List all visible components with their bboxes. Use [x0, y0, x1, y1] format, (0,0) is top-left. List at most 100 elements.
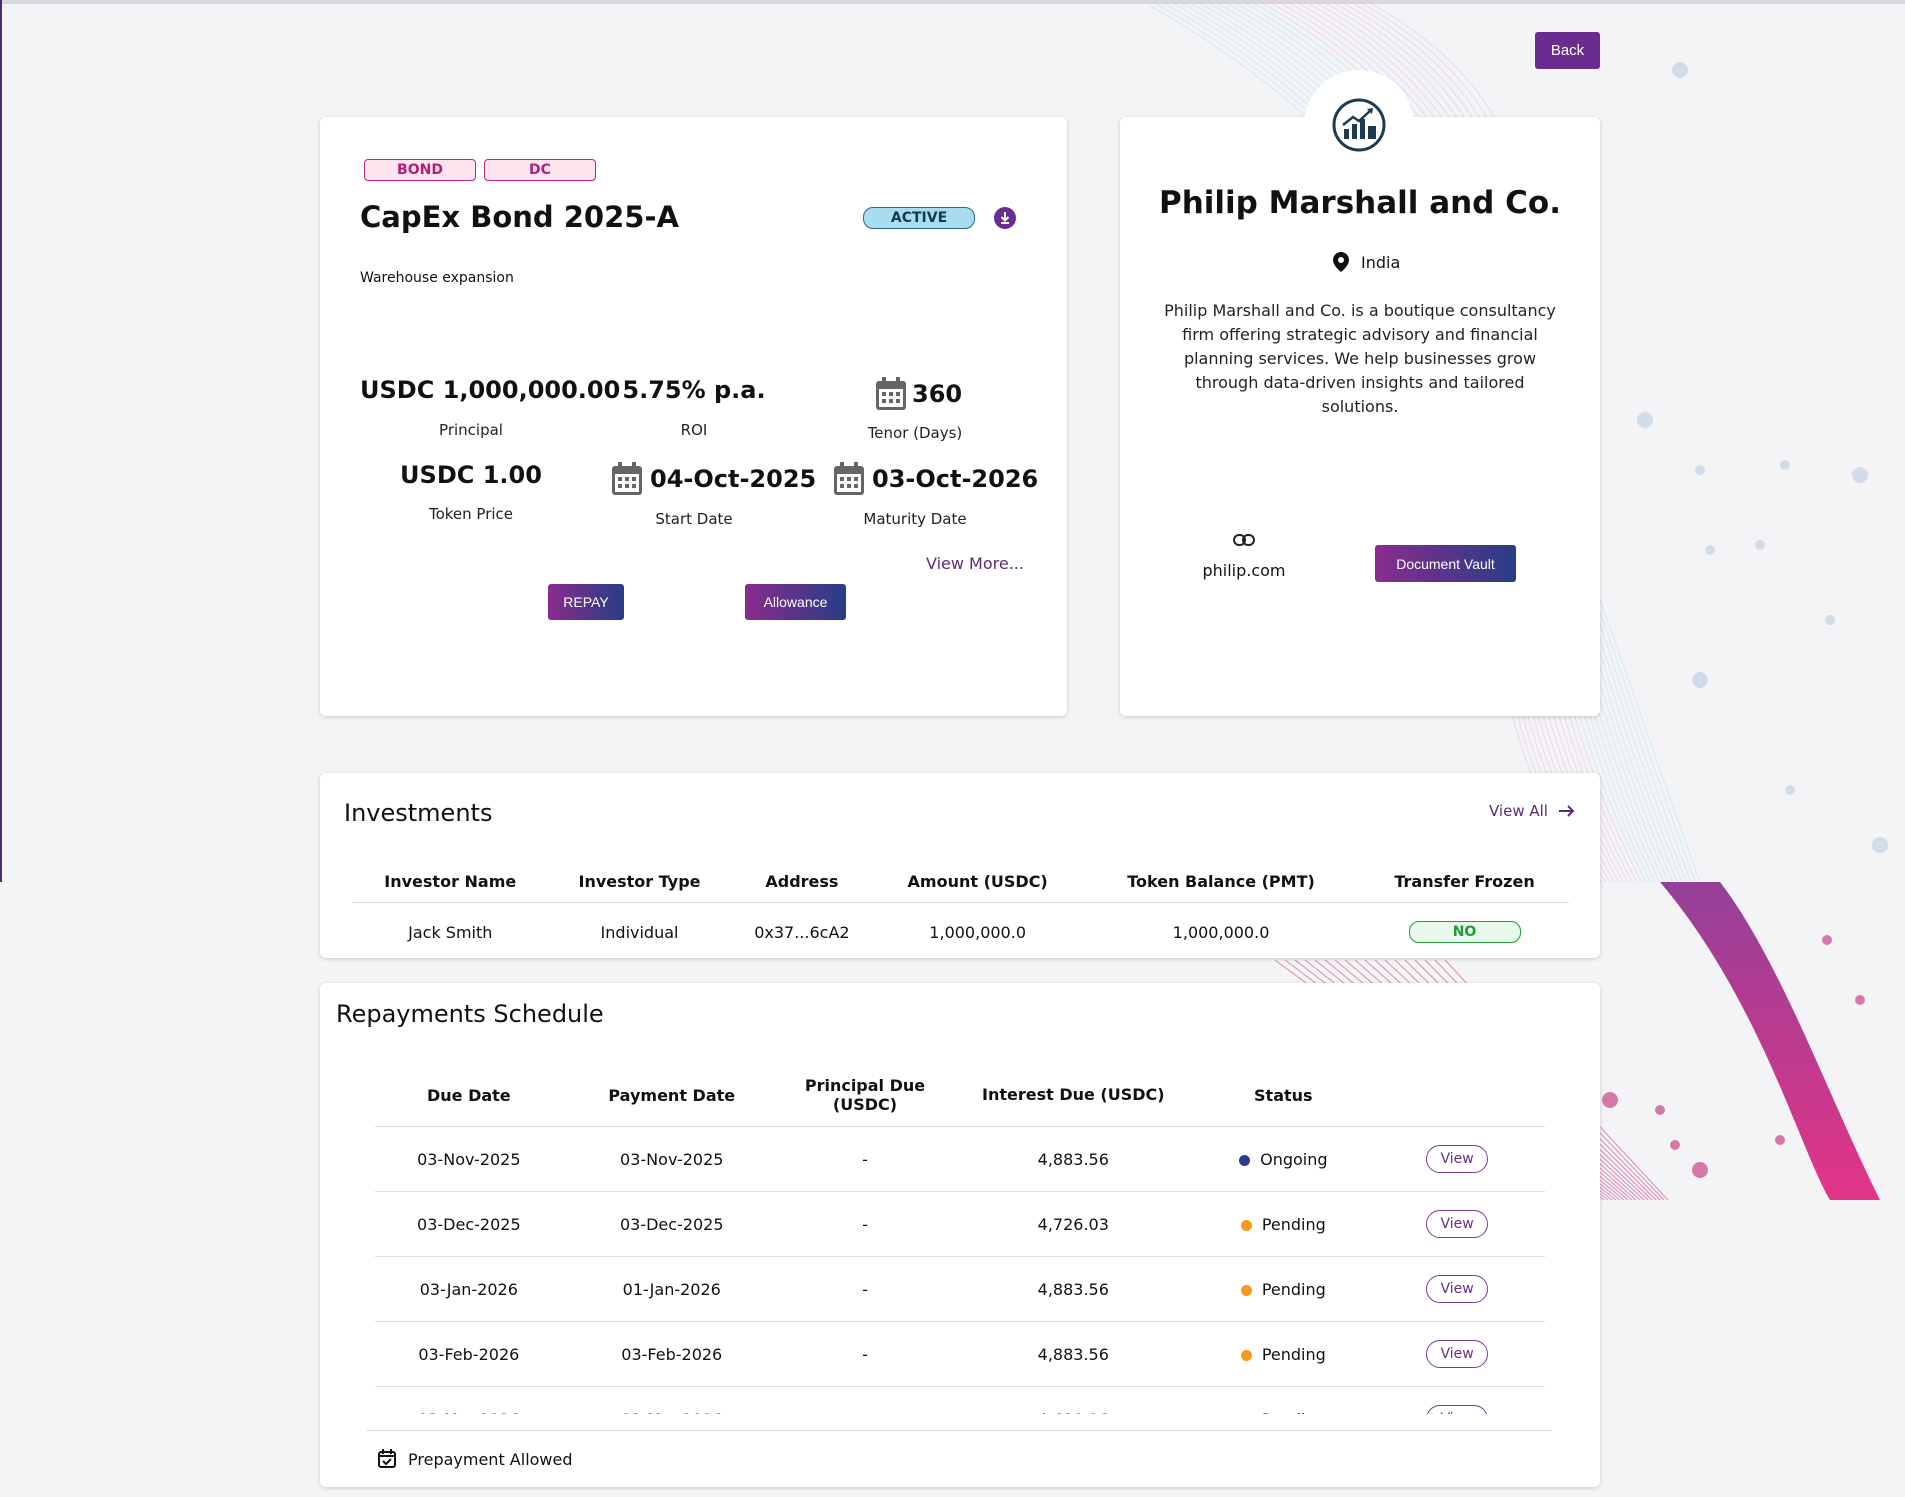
download-icon[interactable]	[994, 207, 1016, 229]
repayments-table: Due Date Payment Date Principal Due (USDC)…	[375, 1064, 1545, 1414]
investments-col-header: Address	[730, 860, 874, 903]
status-label: Pending	[1261, 1279, 1326, 1299]
issuer-name: Philip Marshall and Co.	[1159, 185, 1561, 221]
status-label: Ongoing	[1260, 1149, 1328, 1169]
status-dot-icon	[1239, 1154, 1251, 1166]
repayment-interest: 4,883.56	[949, 1126, 1198, 1192]
principal-label: Principal	[439, 421, 503, 439]
calendar-icon	[875, 377, 907, 415]
repayment-interest: 4,410.96	[949, 1386, 1198, 1414]
investment-address: 0x37...6cA2	[754, 922, 850, 942]
start-date-value: 04-Oct-2025	[650, 465, 817, 493]
tenor-label: Tenor (Days)	[867, 424, 963, 442]
bond-title: CapEx Bond 2025-A	[360, 200, 679, 234]
repayment-principal: -	[780, 1321, 950, 1387]
transfer-frozen-badge: NO	[1408, 921, 1521, 943]
repayments-col-header: Principal Due (USDC)	[780, 1064, 950, 1127]
allowance-button[interactable]: Allowance	[745, 584, 846, 620]
table-row: 03-Nov-2025 03-Nov-2025-4,883.56 Ongoing Vi…	[375, 1126, 1545, 1192]
repayment-paid: 03-Mar-2026	[562, 1386, 781, 1414]
calendar-icon	[611, 462, 643, 500]
tag-bond: BOND	[364, 159, 476, 181]
investments-col-header: Investor Type	[548, 860, 731, 903]
repayment-status: Pending	[1197, 1321, 1370, 1387]
status-dot-icon	[1240, 1349, 1252, 1361]
view-button[interactable]: View	[1426, 1145, 1489, 1173]
view-button[interactable]: View	[1426, 1340, 1489, 1368]
repayment-principal: -	[780, 1126, 950, 1192]
prepayment-divider	[366, 1430, 1552, 1431]
repayment-due: 03-Mar-2026	[375, 1386, 563, 1414]
repayment-status: Pending	[1197, 1256, 1370, 1322]
investments-col-header: Token Balance (PMT)	[1081, 860, 1361, 903]
repayment-principal: -	[780, 1386, 950, 1414]
status-label: Pending	[1261, 1214, 1326, 1234]
repayments-title: Repayments Schedule	[336, 1000, 604, 1028]
repayment-paid: 03-Feb-2026	[562, 1321, 781, 1387]
repayment-due: 03-Feb-2026	[375, 1321, 563, 1387]
maturity-date-label: Maturity Date	[863, 510, 967, 528]
investments-col-header: Amount (USDC)	[873, 860, 1082, 903]
roi-label: ROI	[680, 421, 708, 439]
repayment-paid: 03-Dec-2025	[562, 1191, 781, 1257]
repayment-status: Pending	[1197, 1386, 1370, 1415]
repayments-scroll[interactable]: Due Date Payment Date Principal Due (USDC)…	[375, 1064, 1545, 1414]
view-button[interactable]: View	[1426, 1210, 1489, 1238]
status-badge: ACTIVE	[863, 207, 975, 229]
table-row: 03-Mar-202603-Mar-2026-4,410.96PendingVi…	[375, 1386, 1545, 1415]
repayments-col-header: Due Date	[375, 1064, 563, 1127]
token-price-value: USDC 1.00	[400, 461, 542, 489]
investment-name: Jack Smith	[408, 922, 493, 942]
token-price-label: Token Price	[428, 505, 514, 523]
repayments-col-header: Interest Due (USDC)	[949, 1064, 1198, 1127]
growth-chart-icon	[1332, 98, 1386, 152]
repayments-col-header	[1369, 1064, 1545, 1127]
start-date-label: Start Date	[655, 510, 733, 528]
document-vault-button[interactable]: Document Vault	[1375, 545, 1516, 582]
repayment-due: 03-Jan-2026	[375, 1256, 563, 1322]
repayment-paid: 01-Jan-2026	[562, 1256, 781, 1322]
repayment-status: Pending	[1197, 1191, 1370, 1257]
investment-type: Individual	[600, 922, 679, 942]
view-button[interactable]: View	[1426, 1405, 1489, 1414]
link-icon	[1233, 532, 1255, 551]
repayment-interest: 4,883.56	[949, 1321, 1198, 1387]
view-button[interactable]: View	[1426, 1275, 1489, 1303]
view-all-link[interactable]: View All	[1489, 802, 1576, 820]
repay-button[interactable]: REPAY	[548, 584, 624, 620]
investment-balance: 1,000,000.0	[1172, 922, 1270, 942]
investments-table: Investor Name Investor Type Address Amount …	[352, 860, 1569, 961]
location-pin-icon	[1333, 252, 1349, 276]
investments-col-header: Transfer Frozen	[1360, 860, 1569, 903]
repayment-due: 03-Nov-2025	[375, 1126, 563, 1192]
repayment-principal: -	[780, 1256, 950, 1322]
table-row: 03-Dec-2025 03-Dec-2025-4,726.03 Pending Vi…	[375, 1191, 1545, 1257]
view-more-link[interactable]: View More...	[926, 554, 1024, 573]
tag-dc: DC	[484, 159, 596, 181]
tenor-value: 360	[912, 380, 963, 408]
view-all-label: View All	[1489, 802, 1548, 820]
status-label: Pending	[1262, 1410, 1326, 1415]
investments-col-header: Investor Name	[352, 860, 549, 903]
investment-amount: 1,000,000.0	[929, 922, 1026, 942]
issuer-website[interactable]: philip.com	[1183, 561, 1305, 580]
issuer-logo	[1304, 70, 1414, 180]
investments-title: Investments	[344, 799, 493, 827]
repayment-principal: -	[780, 1191, 950, 1257]
maturity-date-value: 03-Oct-2026	[872, 465, 1039, 493]
table-row: 03-Feb-2026 03-Feb-2026-4,883.56 Pending Vi…	[375, 1321, 1545, 1387]
repayment-due: 03-Dec-2025	[375, 1191, 563, 1257]
status-label: Pending	[1261, 1344, 1326, 1364]
repayment-interest: 4,726.03	[949, 1191, 1198, 1257]
issuer-location: India	[1361, 253, 1401, 272]
table-row: Jack Smith Individual 0x37...6cA2 1,000,000…	[352, 903, 1569, 962]
repayment-status: Ongoing	[1197, 1126, 1370, 1192]
table-row: 03-Jan-2026 01-Jan-2026-4,883.56 Pending Vi…	[375, 1256, 1545, 1322]
calendar-icon	[833, 462, 865, 500]
status-dot-icon	[1240, 1219, 1252, 1231]
bond-description: Warehouse expansion	[360, 270, 514, 286]
repayment-interest: 4,883.56	[949, 1256, 1198, 1322]
repayments-col-header: Payment Date	[562, 1064, 781, 1127]
back-button[interactable]: Back	[1535, 32, 1600, 69]
repayment-paid: 03-Nov-2025	[562, 1126, 781, 1192]
